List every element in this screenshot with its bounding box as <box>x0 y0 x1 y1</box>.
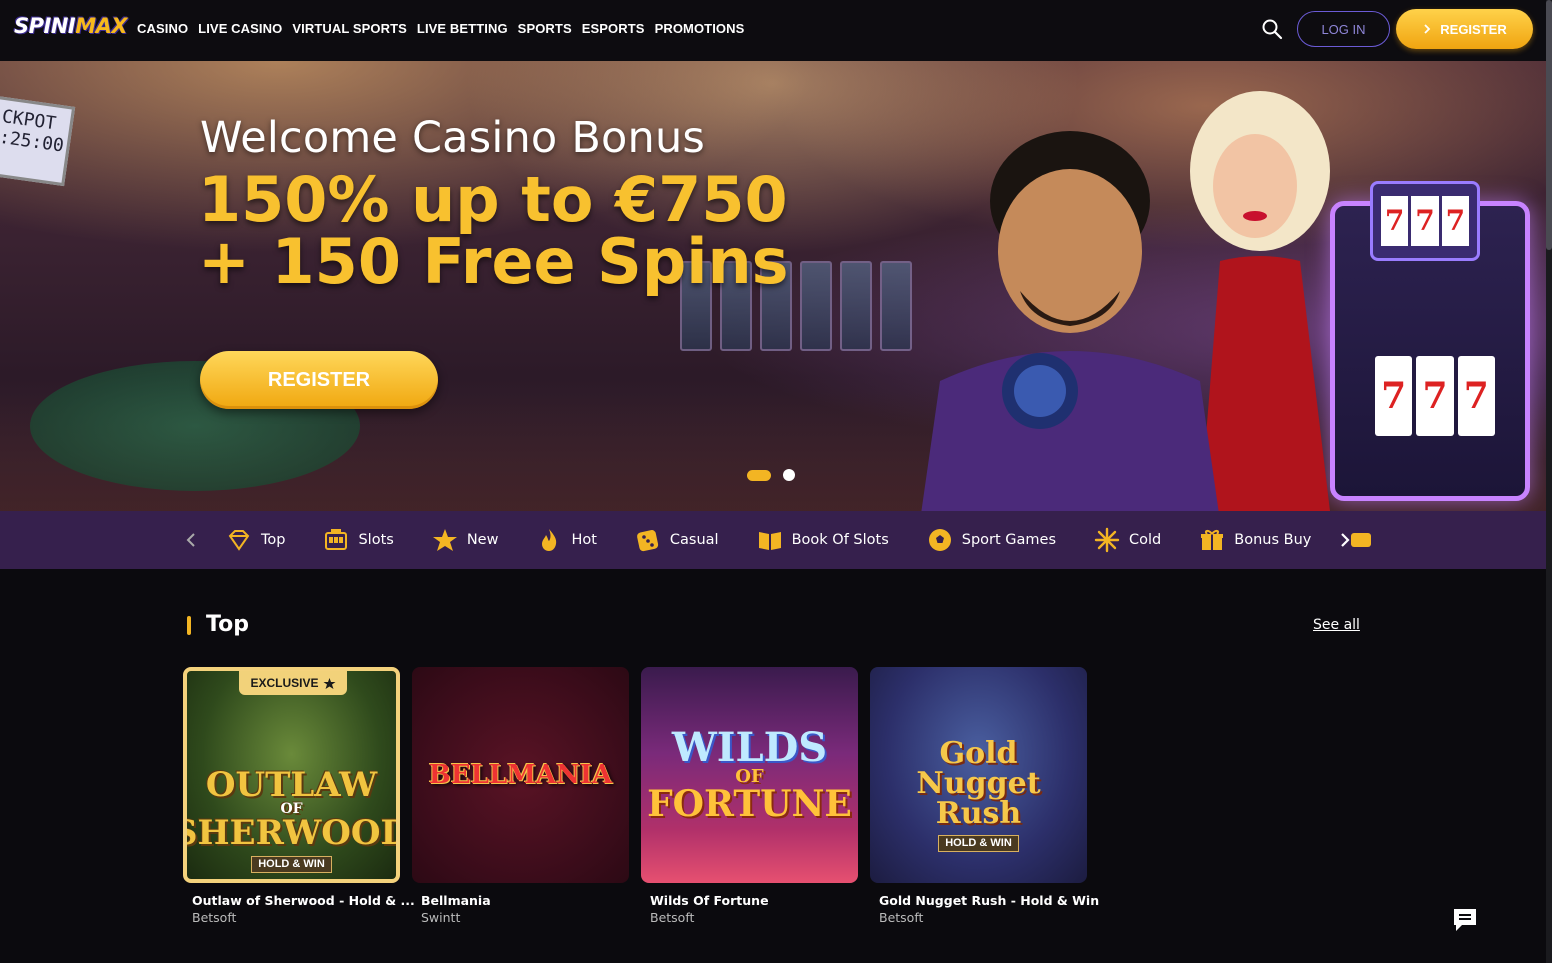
main-nav: CASINO LIVE CASINO VIRTUAL SPORTS LIVE B… <box>137 21 744 36</box>
logo-text-max: MAX <box>75 14 128 38</box>
game-name: Gold Nugget Rush - Hold & Win <box>879 893 1100 908</box>
chevron-left-icon[interactable] <box>181 530 201 550</box>
category-bar: Top Slots New Hot Casual Book Of Slots S… <box>0 511 1546 569</box>
category-list: Top Slots New Hot Casual Book Of Slots S… <box>226 511 1413 569</box>
nav-virtual-sports[interactable]: VIRTUAL SPORTS <box>292 21 407 36</box>
section-accent-bar <box>187 616 191 635</box>
category-cold[interactable]: Cold <box>1094 527 1161 553</box>
game-art-title: BELLMANIA <box>428 760 613 790</box>
login-button[interactable]: LOG IN <box>1297 11 1390 47</box>
game-name: Wilds Of Fortune <box>650 893 769 908</box>
nav-promotions[interactable]: PROMOTIONS <box>655 21 745 36</box>
game-provider: Betsoft <box>879 910 924 925</box>
category-label: Book Of Slots <box>791 532 889 548</box>
diamond-icon <box>228 530 250 551</box>
game-art-title: OUTLAW OF SHERWOOD HOLD & WIN <box>187 768 396 873</box>
see-all-link[interactable]: See all <box>1313 617 1360 633</box>
category-label: Bonus Buy <box>1234 532 1312 548</box>
logo-text-spini: SPINI <box>14 14 76 38</box>
game-card[interactable]: EXCLUSIVE OUTLAW OF SHERWOOD HOLD & WIN … <box>183 667 415 925</box>
star-icon <box>323 677 335 689</box>
carousel-dots <box>747 469 795 481</box>
dice-icon <box>637 530 659 552</box>
carousel-dot-active[interactable] <box>747 469 771 481</box>
jackpot-sign: CKPOT :25:00 <box>0 95 76 187</box>
category-label: Top <box>261 532 286 548</box>
category-sport-games[interactable]: Sport Games <box>927 527 1056 553</box>
game-name: Outlaw of Sherwood - Hold & ... <box>192 893 415 908</box>
game-thumbnail[interactable]: EXCLUSIVE OUTLAW OF SHERWOOD HOLD & WIN <box>183 667 400 883</box>
ball-icon <box>928 529 951 551</box>
game-thumbnail[interactable]: Gold Nugget Rush HOLD & WIN <box>870 667 1087 883</box>
games-row: EXCLUSIVE OUTLAW OF SHERWOOD HOLD & WIN … <box>183 667 1100 925</box>
exclusive-badge: EXCLUSIVE <box>239 671 347 695</box>
game-provider: Swintt <box>421 910 461 925</box>
category-book-of-slots[interactable]: Book Of Slots <box>757 527 889 553</box>
category-casual[interactable]: Casual <box>635 527 719 553</box>
game-art-title: WILDS OF FORTUNE <box>647 724 852 825</box>
top-header: SPINIMAX CASINO LIVE CASINO VIRTUAL SPOR… <box>0 0 1552 61</box>
category-label: Sport Games <box>961 532 1057 548</box>
chevron-right-icon[interactable] <box>1335 530 1355 550</box>
game-thumbnail[interactable]: WILDS OF FORTUNE <box>641 667 858 883</box>
game-art-title: Gold Nugget Rush HOLD & WIN <box>916 738 1041 852</box>
flame-icon <box>542 529 557 551</box>
category-label: Hot <box>571 532 597 548</box>
nav-sports[interactable]: SPORTS <box>518 21 572 36</box>
chevron-right-icon <box>1424 24 1431 34</box>
chat-icon[interactable] <box>1450 905 1480 935</box>
section-title: Top <box>206 612 249 637</box>
register-label: REGISTER <box>1440 21 1507 37</box>
gift-icon <box>1201 530 1224 550</box>
game-thumbnail[interactable]: BELLMANIA <box>412 667 629 883</box>
game-provider: Betsoft <box>192 910 237 925</box>
search-icon[interactable] <box>1260 17 1284 41</box>
category-label: New <box>466 532 499 548</box>
category-top[interactable]: Top <box>226 527 285 553</box>
category-slots[interactable]: Slots <box>323 527 394 553</box>
game-card[interactable]: WILDS OF FORTUNE Wilds Of Fortune Betsof… <box>641 667 858 925</box>
nav-live-betting[interactable]: LIVE BETTING <box>417 21 508 36</box>
category-label: Cold <box>1129 532 1162 548</box>
hero-register-button[interactable]: REGISTER <box>200 351 438 409</box>
hero-offer-line2: + 150 Free Spins <box>198 225 789 298</box>
category-new[interactable]: New <box>432 527 499 553</box>
hero-offer-line1: 150% up to €750 <box>198 163 788 236</box>
game-card[interactable]: Gold Nugget Rush HOLD & WIN Gold Nugget … <box>870 667 1100 925</box>
category-label: Slots <box>358 532 394 548</box>
page-scrollbar[interactable] <box>1546 0 1552 963</box>
book-icon <box>758 532 781 550</box>
nav-casino[interactable]: CASINO <box>137 21 188 36</box>
hero-offer: 150% up to €750 + 150 Free Spins <box>198 169 789 293</box>
hero-banner[interactable]: CKPOT :25:00 777 777 Welcome Casino Bonu… <box>0 61 1546 511</box>
register-button-header[interactable]: REGISTER <box>1396 9 1533 49</box>
game-name: Bellmania <box>421 893 491 908</box>
category-hot[interactable]: Hot <box>536 527 597 553</box>
game-provider: Betsoft <box>650 910 695 925</box>
nav-esports[interactable]: ESPORTS <box>582 21 645 36</box>
man-character-image <box>921 131 1219 511</box>
spinimax-logo[interactable]: SPINIMAX <box>14 14 128 38</box>
star-icon <box>432 529 457 551</box>
snowflake-icon <box>1094 527 1120 553</box>
category-bonus-buy[interactable]: Bonus Buy <box>1199 527 1311 553</box>
hero-title: Welcome Casino Bonus <box>200 113 706 163</box>
nav-live-casino[interactable]: LIVE CASINO <box>198 21 282 36</box>
category-label: Casual <box>669 532 719 548</box>
slot-machine-icon <box>325 529 348 550</box>
carousel-dot[interactable] <box>783 469 795 481</box>
game-card[interactable]: BELLMANIA Bellmania Swintt <box>412 667 629 925</box>
slot-machine-top-image: 777 <box>1370 181 1480 261</box>
scrollbar-thumb[interactable] <box>1546 0 1552 250</box>
